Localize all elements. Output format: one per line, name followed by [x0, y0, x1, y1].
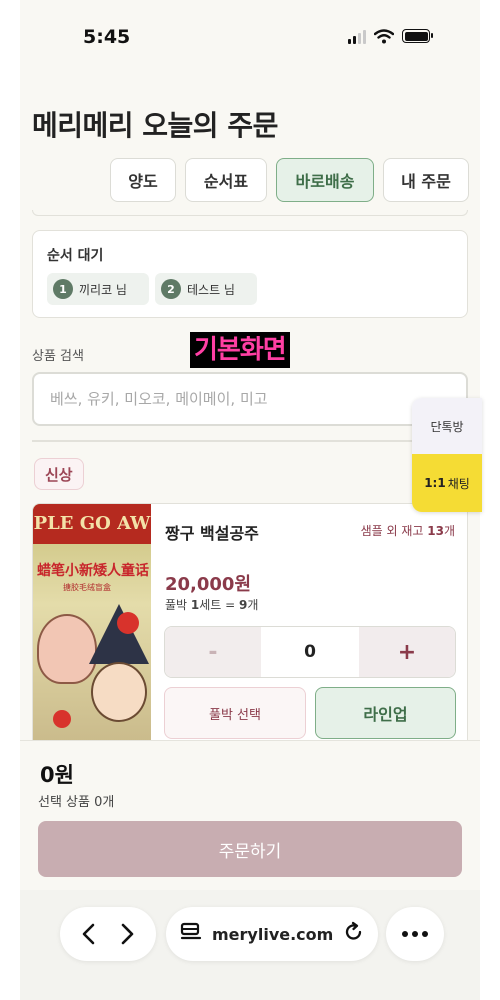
order-button[interactable]: 주문하기 [38, 821, 462, 877]
queue-title: 순서 대기 [47, 248, 104, 264]
page-title: 메리메리 오늘의 주문 [32, 109, 278, 142]
order-summary-panel: 0원 선택 상품 0개 주문하기 [20, 740, 480, 890]
back-icon[interactable] [81, 922, 97, 946]
tab-transfer[interactable]: 양도 [110, 158, 176, 202]
queue-item-name: 테스트 님 [186, 282, 235, 297]
tab-bar: 양도 순서표 바로배송 내 주문 [110, 158, 469, 202]
product-image[interactable]: PLE GO AW 蜡笔小新矮人童话 搪胶毛绒盲盒 [33, 504, 151, 752]
url-text: merylive.com [212, 924, 334, 944]
battery-icon [402, 29, 433, 43]
queue-panel: 순서 대기 1 끼리코 님 2 테스트 님 [32, 230, 468, 318]
more-icon [402, 931, 428, 937]
queue-list: 1 끼리코 님 2 테스트 님 [47, 273, 257, 305]
witch-hat-illustration [89, 604, 149, 664]
product-image-subtitle: 蜡笔小新矮人童话 [37, 563, 149, 579]
forward-icon[interactable] [119, 922, 135, 946]
selected-count: 선택 상품 0개 [38, 795, 115, 810]
wifi-icon [374, 28, 394, 43]
open-chat-button[interactable]: 단톡방 [412, 398, 482, 454]
more-options-button[interactable] [386, 907, 444, 961]
set-info: 풀박 1세트 = 9개 [165, 598, 259, 612]
search-input[interactable] [32, 372, 468, 426]
queue-item: 2 테스트 님 [154, 273, 257, 305]
queue-number-badge: 2 [160, 279, 181, 299]
navigation-pill [60, 907, 156, 961]
tab-direct-delivery[interactable]: 바로배송 [276, 158, 374, 202]
lineup-button[interactable]: 라인업 [315, 687, 456, 739]
queue-item-name: 끼리코 님 [79, 282, 127, 297]
reader-mode-icon[interactable] [180, 922, 202, 946]
section-divider [32, 440, 468, 442]
frame-left-edge [0, 0, 20, 1000]
stock-info: 샘플 외 재고 13개 [360, 524, 455, 538]
new-arrivals-badge: 신상 [34, 458, 84, 490]
apple-illustration [117, 612, 139, 634]
reload-icon[interactable] [343, 921, 365, 947]
pig-character-illustration [37, 614, 97, 684]
address-bar[interactable]: merylive.com [166, 907, 378, 961]
floating-chat-panel: 단톡방 1:1 채팅 [412, 398, 482, 512]
status-time: 5:45 [83, 26, 131, 48]
apple-illustration [53, 710, 71, 728]
product-card: PLE GO AW 蜡笔小新矮人童话 搪胶毛绒盲盒 짱구 백설공주 샘플 외 재… [32, 503, 468, 753]
product-name: 짱구 백설공주 [165, 524, 259, 543]
decrease-quantity-button[interactable]: - [165, 627, 261, 677]
one-on-one-chat-button[interactable]: 1:1 채팅 [412, 454, 482, 512]
product-image-banner: PLE GO AW [33, 504, 151, 544]
tab-order-sheet[interactable]: 순서표 [185, 158, 267, 202]
quantity-value: 0 [261, 627, 359, 677]
product-image-caption: 搪胶毛绒盲盒 [63, 583, 111, 592]
order-total: 0원 [40, 763, 74, 787]
top-divider [32, 210, 468, 216]
cellular-signal-icon [348, 28, 366, 44]
queue-number-badge: 1 [53, 279, 73, 299]
quantity-stepper: - 0 + [164, 626, 456, 678]
frame-right-edge [480, 0, 500, 1000]
queue-item: 1 끼리코 님 [47, 273, 149, 305]
tab-my-orders[interactable]: 내 주문 [383, 158, 469, 202]
status-icons [348, 28, 433, 44]
search-label: 상품 검색 [32, 349, 84, 364]
increase-quantity-button[interactable]: + [359, 627, 455, 677]
full-box-select-button[interactable]: 풀박 선택 [164, 687, 306, 739]
product-price: 20,000원 [165, 574, 252, 595]
browser-toolbar: merylive.com [20, 890, 480, 1000]
screen-caption-overlay: 기본화면 [190, 332, 290, 368]
character-face-illustration [91, 662, 147, 722]
